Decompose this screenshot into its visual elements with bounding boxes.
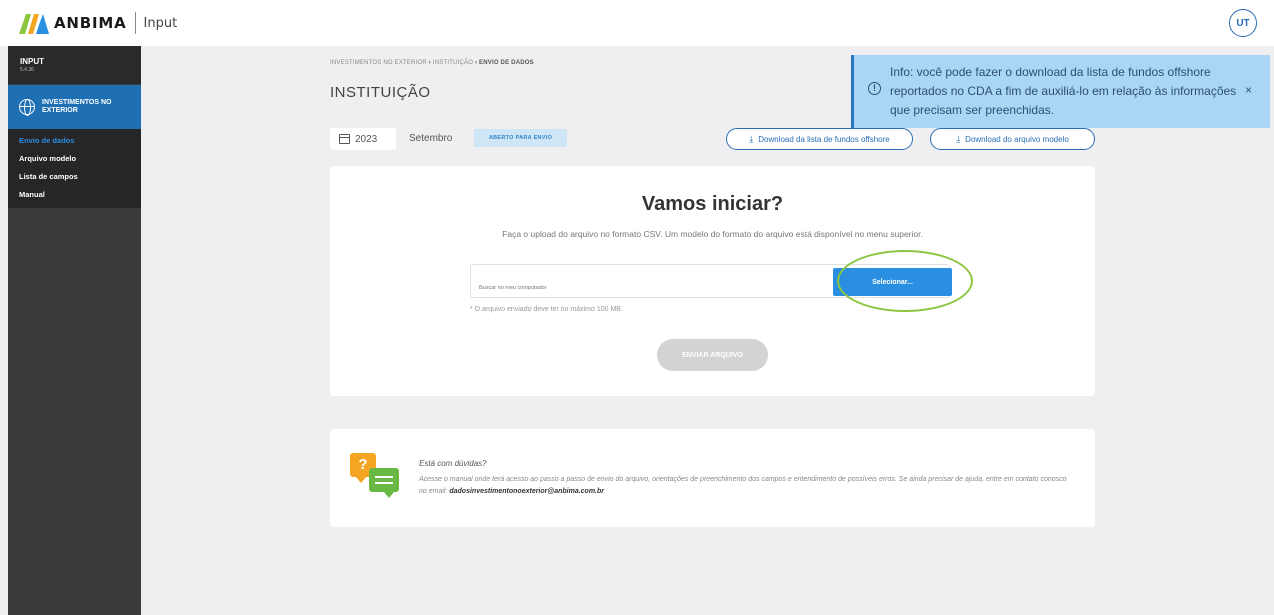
upload-card: Vamos iniciar? Faça o upload do arquivo …: [330, 166, 1095, 396]
sidebar-header: INPUT 5.4.36: [8, 46, 141, 84]
download-icon: ⤓: [749, 133, 754, 144]
sidebar-item-arquivo-modelo[interactable]: Arquivo modelo: [8, 150, 141, 168]
upload-description: Faça o upload do arquivo no formato CSV.…: [502, 229, 923, 239]
user-avatar[interactable]: UT: [1229, 9, 1257, 37]
status-badge: ABERTO PARA ENVIO: [474, 129, 567, 147]
globe-icon: [19, 99, 35, 116]
top-bar: ANBIMA Input UT: [0, 0, 1274, 46]
sidebar-title: INPUT: [20, 57, 44, 66]
year-value: 2023: [355, 133, 378, 145]
help-body: Acesse o manual onde terá acesso ao pass…: [419, 474, 1069, 498]
sidebar-item-envio-de-dados[interactable]: Envio de dados: [8, 132, 141, 150]
help-email-link[interactable]: dadosinvestimentonoexterior@anbima.com.b…: [449, 488, 604, 495]
breadcrumb: INVESTIMENTOS NO EXTERIOR › INSTITUIÇÃO …: [330, 60, 534, 66]
anbima-logo[interactable]: ANBIMA Input: [19, 12, 177, 34]
help-body-suffix: .: [604, 488, 606, 495]
download-model-file-button[interactable]: ⤓ Download do arquivo modelo: [930, 128, 1095, 150]
breadcrumb-investimentos[interactable]: INVESTIMENTOS NO EXTERIOR: [330, 60, 427, 66]
sidebar-section-investimentos[interactable]: INVESTIMENTOS NO EXTERIOR: [8, 85, 141, 129]
sidebar-item-manual[interactable]: Manual: [8, 186, 141, 204]
logo-text: ANBIMA: [54, 14, 127, 32]
download-icon: ⤓: [956, 133, 961, 144]
sidebar-version: 5.4.36: [20, 67, 34, 73]
upload-title: Vamos iniciar?: [641, 193, 784, 215]
close-icon[interactable]: ×: [1245, 81, 1252, 100]
help-card: ? Está com dúvidas? Acesse o manual onde…: [330, 429, 1095, 527]
download-offshore-label: Download da lista de fundos offshore: [758, 134, 890, 144]
anbima-mark-icon: [19, 14, 49, 34]
send-file-button[interactable]: ENVIAR ARQUIVO: [657, 339, 768, 371]
page-title: INSTITUIÇÃO: [330, 84, 431, 101]
help-chat-icon: ?: [350, 453, 402, 501]
sidebar-menu: Envio de dados Arquivo modelo Lista de c…: [8, 129, 141, 208]
info-icon: !: [868, 82, 881, 95]
lines-bubble-icon: [369, 468, 399, 498]
sidebar-section-label: INVESTIMENTOS NO EXTERIOR: [42, 99, 112, 114]
app-name: Input: [143, 15, 178, 31]
breadcrumb-separator: ›: [428, 60, 431, 66]
download-model-label: Download do arquivo modelo: [965, 134, 1069, 144]
select-file-button[interactable]: Selecionar...: [833, 268, 952, 296]
logo-divider: [134, 12, 136, 34]
calendar-icon: [339, 134, 350, 144]
month-label: Setembro: [409, 133, 453, 144]
breadcrumb-separator: ›: [474, 60, 478, 66]
info-toast: ! Info: você pode fazer o download da li…: [851, 55, 1270, 128]
breadcrumb-instituicao[interactable]: INSTITUIÇÃO: [433, 60, 473, 66]
file-size-hint: * O arquivo enviado deve ter no máximo 1…: [470, 306, 623, 313]
help-title: Está com dúvidas?: [419, 459, 487, 468]
sidebar-item-lista-de-campos[interactable]: Lista de campos: [8, 168, 141, 186]
sidebar: INPUT 5.4.36 INVESTIMENTOS NO EXTERIOR E…: [8, 46, 141, 615]
breadcrumb-current: ENVIO DE DADOS: [479, 60, 534, 66]
download-offshore-list-button[interactable]: ⤓ Download da lista de fundos offshore: [726, 128, 913, 150]
year-selector[interactable]: 2023: [330, 128, 396, 150]
toast-message: Info: você pode fazer o download da list…: [890, 65, 1237, 117]
